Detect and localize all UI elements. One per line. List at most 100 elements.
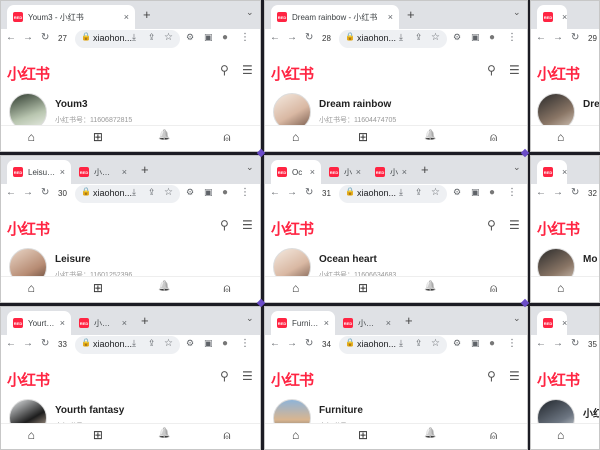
bookmark-star-icon[interactable]: ☆	[431, 338, 440, 349]
kebab-menu-icon[interactable]: ⋮	[240, 187, 250, 198]
tab-inactive[interactable]: RED 小红书创作 ×	[73, 311, 133, 335]
new-tab-icon[interactable]: +	[143, 7, 151, 22]
xiaohongshu-logo[interactable]: 小红书	[537, 63, 580, 84]
reload-icon[interactable]: ↻	[41, 187, 49, 198]
bookmark-star-icon[interactable]: ☆	[164, 32, 173, 43]
tab-active[interactable]: RED ×	[537, 311, 567, 335]
close-icon[interactable]: ×	[562, 12, 567, 22]
create-post-icon[interactable]: ⊞	[358, 281, 368, 295]
create-post-icon[interactable]: ⊞	[93, 428, 103, 442]
xiaohongshu-logo[interactable]: 小红书	[7, 63, 50, 84]
side-panel-icon[interactable]: ▣	[204, 338, 213, 349]
tab-search-chevron-icon[interactable]: ⌄	[246, 7, 254, 18]
notification-bell-icon[interactable]: 🔔	[158, 428, 170, 439]
reload-icon[interactable]: ↻	[305, 338, 313, 349]
close-icon[interactable]: ×	[562, 318, 567, 328]
home-icon[interactable]: ⌂	[557, 130, 564, 144]
profile-icon[interactable]: ●	[222, 338, 228, 349]
extensions-icon[interactable]: ⚙	[186, 187, 194, 198]
profile-icon[interactable]: ●	[222, 32, 228, 43]
xiaohongshu-logo[interactable]: 小红书	[271, 63, 314, 84]
back-arrow-icon[interactable]: ←	[270, 32, 280, 43]
reload-icon[interactable]: ↻	[41, 338, 49, 349]
back-arrow-icon[interactable]: ←	[6, 187, 16, 198]
back-arrow-icon[interactable]: ←	[270, 187, 280, 198]
home-icon[interactable]: ⌂	[557, 428, 564, 442]
tab-active[interactable]: RED Dream rainbow - 小红书 ×	[271, 5, 399, 29]
close-icon[interactable]: ×	[60, 167, 65, 177]
back-arrow-icon[interactable]: ←	[536, 338, 546, 349]
install-app-icon[interactable]: ⤓	[132, 32, 136, 43]
kebab-menu-icon[interactable]: ⋮	[240, 32, 250, 43]
close-icon[interactable]: ×	[388, 12, 393, 22]
extensions-icon[interactable]: ⚙	[453, 187, 461, 198]
home-icon[interactable]: ⌂	[28, 428, 35, 442]
profile-icon[interactable]: ●	[489, 187, 495, 198]
share-icon[interactable]: ⇪	[148, 187, 156, 198]
search-icon[interactable]: ⚲	[487, 218, 496, 232]
create-post-icon[interactable]: ⊞	[358, 428, 368, 442]
create-post-icon[interactable]: ⊞	[358, 130, 368, 144]
xiaohongshu-logo[interactable]: 小红书	[7, 369, 50, 390]
install-app-icon[interactable]: ⤓	[132, 338, 136, 349]
close-icon[interactable]: ×	[402, 167, 407, 177]
me-profile-icon[interactable]: ⍝	[223, 130, 230, 145]
reload-icon[interactable]: ↻	[571, 338, 579, 349]
search-icon[interactable]: ⚲	[220, 369, 229, 383]
install-app-icon[interactable]: ⤓	[132, 187, 136, 198]
tab-active[interactable]: RED ×	[537, 160, 567, 184]
profile-icon[interactable]: ●	[489, 338, 495, 349]
side-panel-icon[interactable]: ▣	[204, 187, 213, 198]
bookmark-star-icon[interactable]: ☆	[431, 187, 440, 198]
xiaohongshu-logo[interactable]: 小红书	[271, 218, 314, 239]
notification-bell-icon[interactable]: 🔔	[158, 281, 170, 292]
new-tab-icon[interactable]: +	[421, 162, 429, 177]
forward-arrow-icon[interactable]: →	[287, 187, 297, 198]
close-icon[interactable]: ×	[562, 167, 567, 177]
share-icon[interactable]: ⇪	[415, 338, 423, 349]
kebab-menu-icon[interactable]: ⋮	[240, 338, 250, 349]
notification-bell-icon[interactable]: 🔔	[424, 130, 436, 141]
home-icon[interactable]: ⌂	[292, 281, 299, 295]
new-tab-icon[interactable]: +	[141, 162, 149, 177]
notification-bell-icon[interactable]: 🔔	[424, 281, 436, 292]
reload-icon[interactable]: ↻	[571, 187, 579, 198]
bookmark-star-icon[interactable]: ☆	[164, 187, 173, 198]
tab-active[interactable]: RED Furniture ×	[271, 311, 335, 335]
hamburger-menu-icon[interactable]: ☰	[509, 369, 520, 383]
tab-search-chevron-icon[interactable]: ⌄	[513, 313, 521, 324]
tab-search-chevron-icon[interactable]: ⌄	[513, 162, 521, 173]
home-icon[interactable]: ⌂	[28, 281, 35, 295]
xiaohongshu-logo[interactable]: 小红书	[537, 369, 580, 390]
share-icon[interactable]: ⇪	[148, 32, 156, 43]
new-tab-icon[interactable]: +	[141, 313, 149, 328]
back-arrow-icon[interactable]: ←	[6, 338, 16, 349]
tab-active[interactable]: RED Leisure - 小 ×	[7, 160, 71, 184]
notification-bell-icon[interactable]: 🔔	[424, 428, 436, 439]
forward-arrow-icon[interactable]: →	[553, 187, 563, 198]
close-icon[interactable]: ×	[386, 318, 391, 328]
close-icon[interactable]: ×	[310, 167, 315, 177]
forward-arrow-icon[interactable]: →	[287, 32, 297, 43]
me-profile-icon[interactable]: ⍝	[223, 428, 230, 443]
home-icon[interactable]: ⌂	[28, 130, 35, 144]
close-icon[interactable]: ×	[124, 12, 129, 22]
side-panel-icon[interactable]: ▣	[471, 32, 480, 43]
xiaohongshu-logo[interactable]: 小红书	[271, 369, 314, 390]
side-panel-icon[interactable]: ▣	[204, 32, 213, 43]
bookmark-star-icon[interactable]: ☆	[164, 338, 173, 349]
install-app-icon[interactable]: ⤓	[399, 338, 403, 349]
hamburger-menu-icon[interactable]: ☰	[509, 218, 520, 232]
tab-active[interactable]: RED Oc ×	[271, 160, 321, 184]
me-profile-icon[interactable]: ⍝	[223, 281, 230, 296]
tab-search-chevron-icon[interactable]: ⌄	[513, 7, 521, 18]
side-panel-icon[interactable]: ▣	[471, 338, 480, 349]
back-arrow-icon[interactable]: ←	[536, 187, 546, 198]
share-icon[interactable]: ⇪	[415, 32, 423, 43]
close-icon[interactable]: ×	[356, 167, 361, 177]
forward-arrow-icon[interactable]: →	[23, 187, 33, 198]
extensions-icon[interactable]: ⚙	[186, 32, 194, 43]
me-profile-icon[interactable]: ⍝	[490, 281, 497, 296]
extensions-icon[interactable]: ⚙	[453, 338, 461, 349]
back-arrow-icon[interactable]: ←	[6, 32, 16, 43]
